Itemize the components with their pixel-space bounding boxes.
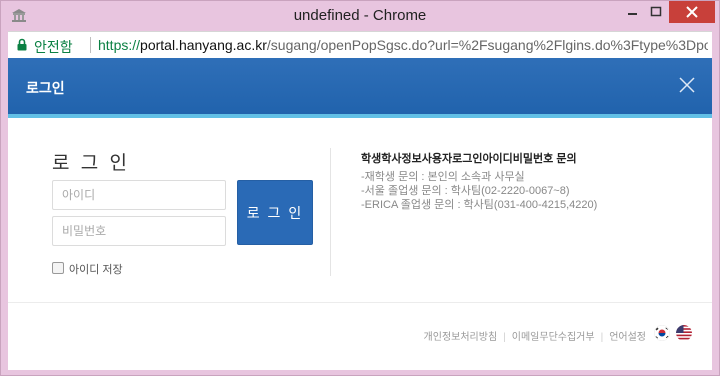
secure-label: 안전함	[34, 39, 73, 55]
url-scheme: https://	[98, 37, 141, 53]
footer-links: 개인정보처리방침 | 이메일무단수집거부 | 언어설정	[424, 328, 646, 343]
minimize-button[interactable]	[621, 1, 643, 23]
url-path: /sugang/openPopSgsc.do?url=%2Fsugang%2Fl…	[266, 37, 708, 53]
maximize-button[interactable]	[645, 1, 667, 23]
privacy-policy-link[interactable]: 개인정보처리방침	[424, 332, 498, 343]
vertical-divider	[330, 148, 331, 276]
footer-separator: |	[503, 332, 506, 343]
footer-divider	[8, 302, 712, 303]
header-stripe	[8, 114, 712, 118]
save-id-label[interactable]: 아이디 저장	[69, 261, 123, 277]
info-line: -재학생 문의 : 본인의 소속과 사무실	[361, 171, 525, 183]
id-input[interactable]	[52, 180, 226, 210]
info-line: -ERICA 졸업생 문의 : 학사팀(031-400-4215,4220)	[361, 199, 598, 211]
usa-flag-icon[interactable]	[676, 325, 692, 341]
url-text[interactable]: https://portal.hanyang.ac.kr/sugang/open…	[98, 37, 708, 53]
window-close-button[interactable]	[669, 1, 715, 23]
korea-flag-icon[interactable]	[654, 325, 670, 341]
maximize-icon	[650, 6, 662, 17]
popup-header: 로그인	[8, 58, 712, 114]
minimize-icon	[628, 13, 637, 15]
close-icon[interactable]	[676, 74, 698, 96]
address-bar[interactable]: 안전함 https://portal.hanyang.ac.kr/sugang/…	[8, 31, 712, 58]
url-host: portal.hanyang.ac.kr	[140, 37, 267, 53]
address-separator	[90, 37, 91, 53]
info-list: -재학생 문의 : 본인의 소속과 사무실 -서울 졸업생 문의 : 학사팀(0…	[361, 170, 597, 212]
footer-separator: |	[600, 332, 604, 343]
popup-title: 로그인	[26, 80, 65, 96]
save-id-checkbox[interactable]	[52, 262, 64, 274]
email-refusal-link[interactable]: 이메일무단수집거부	[512, 332, 595, 343]
info-title: 학생학사정보사용자로그인아이디비밀번호 문의	[361, 153, 577, 165]
browser-window: undefined - Chrome 안전함 https://portal.ha…	[0, 0, 720, 376]
login-button[interactable]: 로 그 인	[237, 180, 313, 245]
close-icon	[686, 6, 698, 18]
login-heading: 로 그 인	[52, 153, 130, 174]
title-bar: undefined - Chrome	[1, 1, 719, 31]
lock-icon	[17, 38, 27, 51]
password-input[interactable]	[52, 216, 226, 246]
page-content: 로그인 로 그 인 로 그 인 아이디 저장 학생학사정보사용자로그인아이디비밀…	[8, 58, 712, 370]
window-title: undefined - Chrome	[293, 7, 427, 24]
language-settings-link[interactable]: 언어설정	[609, 332, 646, 343]
info-line: -서울 졸업생 문의 : 학사팀(02-2220-0067~8)	[361, 185, 570, 197]
